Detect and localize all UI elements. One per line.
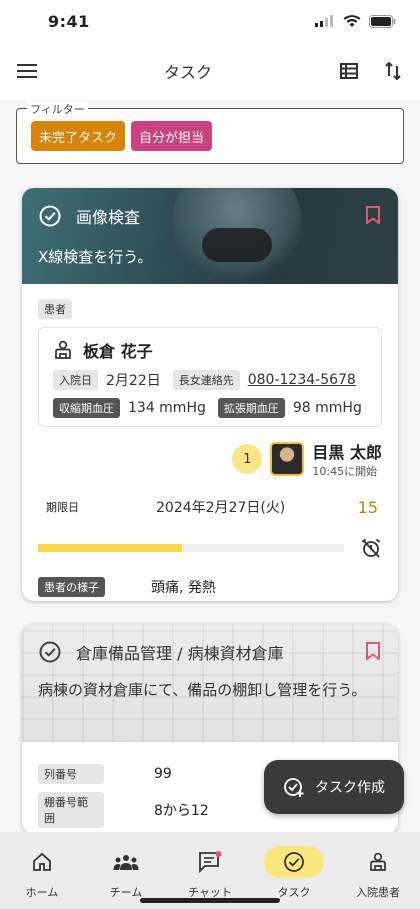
filter-chip-assigned-to-me[interactable]: 自分が担当	[131, 121, 213, 151]
shelf-range-value: 8から12	[154, 803, 209, 819]
avatar[interactable]	[270, 442, 305, 476]
task-title: 倉庫備品管理 / 病棟資材倉庫	[76, 644, 284, 663]
row-number-tag: 列番号	[38, 764, 104, 784]
home-icon	[33, 852, 51, 871]
alarm-off-icon[interactable]	[360, 537, 382, 559]
assignee-row: 1 目黒 太郎 10:45に開始	[22, 427, 398, 479]
assignee-count-badge: 1	[232, 444, 263, 474]
assignee-name: 目黒 太郎	[312, 443, 382, 462]
nav-home[interactable]: ホーム	[0, 846, 84, 909]
progress-fill	[38, 544, 182, 552]
sort-icon	[385, 62, 401, 80]
check-circle-icon[interactable]	[38, 204, 62, 228]
filter-chip-incomplete[interactable]: 未完了タスク	[31, 121, 126, 151]
table-view-icon	[339, 63, 358, 79]
progress-bar	[38, 544, 344, 552]
task-description: 病棟の資材倉庫にて、備品の棚卸し管理を行う。	[38, 681, 367, 699]
admission-date: 2月22日	[106, 373, 161, 389]
create-task-label: タスク作成	[315, 780, 385, 796]
task-hero-image: 画像検査 X線検査を行う。	[22, 188, 398, 284]
task-description: X線検査を行う。	[38, 248, 153, 266]
admission-tag: 入院日	[53, 370, 98, 390]
contact-phone-link[interactable]: 080-1234-5678	[248, 372, 356, 388]
nav-team-label: チーム	[109, 886, 143, 899]
contact-tag: 長女連絡先	[172, 370, 240, 390]
bookmark-icon[interactable]	[366, 206, 380, 224]
view-toggle-button[interactable]	[336, 58, 362, 84]
filter-label: フィルター	[27, 101, 88, 117]
task-card[interactable]: 画像検査 X線検査を行う。 患者 板倉 花子 入院日 2月22日 長女連絡先 0…	[22, 188, 398, 601]
check-circle-icon[interactable]	[38, 640, 62, 664]
add-task-icon	[284, 778, 304, 797]
status-icons	[315, 14, 396, 28]
create-task-button[interactable]: タスク作成	[264, 760, 404, 814]
patient-name: 板倉 花子	[83, 342, 153, 361]
systolic-value: 134 mmHg	[128, 400, 206, 416]
shelf-range-tag: 棚番号範囲	[38, 792, 104, 828]
chat-icon	[199, 851, 222, 873]
sort-button[interactable]	[380, 58, 406, 84]
row-number-value: 99	[154, 766, 172, 782]
due-days: 15	[357, 497, 378, 517]
condition-tag: 患者の様子	[38, 577, 105, 597]
condition-value: 頭痛, 発熱	[151, 580, 216, 596]
task-check-icon	[284, 852, 304, 872]
battery-icon	[369, 14, 396, 28]
nav-patients[interactable]: 入院患者	[336, 846, 420, 909]
wifi-icon	[343, 14, 361, 27]
condition-row: 患者の様子 頭痛, 発熱	[22, 559, 398, 597]
filter-box: フィルター 未完了タスク 自分が担当	[16, 101, 404, 164]
task-hero-image: 倉庫備品管理 / 病棟資材倉庫 病棟の資材倉庫にて、備品の棚卸し管理を行う。	[22, 624, 398, 742]
due-label: 期限日	[46, 501, 79, 514]
bookmark-icon[interactable]	[366, 642, 380, 660]
patient-info[interactable]: 板倉 花子 入院日 2月22日 長女連絡先 080-1234-5678 収縮期血…	[38, 327, 382, 427]
due-date: 2024年2月27日(火)	[156, 500, 286, 516]
diastolic-value: 98 mmHg	[292, 400, 362, 416]
signal-icon	[315, 15, 333, 27]
task-title: 画像検査	[76, 208, 141, 227]
diastolic-tag: 拡張期血圧	[217, 398, 285, 418]
home-indicator[interactable]	[140, 898, 280, 903]
page-title: タスク	[163, 63, 212, 82]
patient-tag: 患者	[38, 299, 72, 319]
systolic-tag: 収縮期血圧	[53, 398, 120, 418]
patient-icon	[55, 340, 71, 359]
app-header: タスク	[0, 42, 420, 100]
status-bar: 9:41	[0, 0, 420, 42]
nav-task-label: タスク	[277, 886, 311, 899]
patient-icon	[370, 852, 386, 871]
nav-patients-label: 入院患者	[356, 886, 400, 899]
progress-row	[22, 517, 398, 559]
menu-button[interactable]	[14, 58, 40, 84]
team-icon	[113, 855, 139, 870]
hamburger-icon	[17, 64, 37, 78]
assignee-start-time: 10:45に開始	[312, 465, 378, 478]
status-time: 9:41	[48, 11, 90, 31]
nav-home-label: ホーム	[25, 886, 59, 899]
due-row: 期限日 2024年2月27日(火) 15	[22, 479, 398, 517]
